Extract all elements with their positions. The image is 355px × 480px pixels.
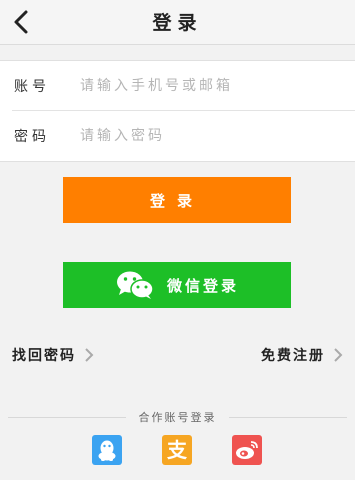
alipay-login-button[interactable]: 支 — [162, 435, 192, 465]
chevron-right-icon — [334, 348, 343, 362]
account-label: 账号 — [14, 79, 50, 95]
password-row: 密码 — [0, 111, 355, 161]
login-form: 账号 密码 — [0, 60, 355, 162]
forgot-password-link[interactable]: 找回密码 — [12, 345, 94, 365]
weibo-icon — [236, 441, 258, 459]
login-button[interactable]: 登录 — [63, 177, 291, 223]
password-input[interactable] — [80, 123, 340, 149]
password-label: 密码 — [14, 129, 50, 145]
alipay-glyph: 支 — [167, 438, 188, 462]
nav-bar: 登录 — [0, 0, 355, 45]
weibo-login-button[interactable] — [232, 435, 262, 465]
login-button-label: 登录 — [149, 191, 204, 210]
account-input[interactable] — [80, 73, 340, 99]
chevron-right-icon — [85, 348, 94, 362]
wechat-icon — [116, 271, 154, 299]
qq-icon — [98, 440, 116, 461]
register-link[interactable]: 免费注册 — [261, 345, 343, 365]
divider-right — [229, 417, 347, 418]
register-label: 免费注册 — [261, 348, 325, 364]
wechat-login-button[interactable]: 微信登录 — [63, 262, 291, 308]
account-row: 账号 — [0, 61, 355, 111]
wechat-button-label: 微信登录 — [166, 276, 239, 295]
page-title: 登录 — [152, 12, 203, 34]
forgot-password-label: 找回密码 — [12, 348, 76, 364]
alipay-icon: 支 — [167, 438, 188, 462]
qq-login-button[interactable] — [92, 435, 122, 465]
